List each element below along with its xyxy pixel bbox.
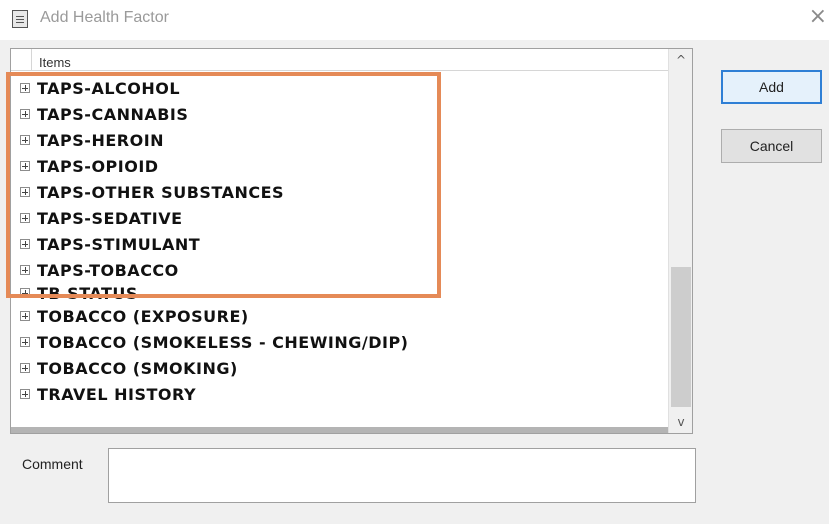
horizontal-scrollbar[interactable] — [11, 427, 669, 433]
expand-icon[interactable] — [20, 135, 30, 145]
list-item-label: TOBACCO (EXPOSURE) — [37, 306, 249, 326]
list-item[interactable]: TAPS-TOBACCO — [11, 257, 669, 283]
list-item[interactable]: TAPS-OPIOID — [11, 153, 669, 179]
expand-icon[interactable] — [20, 311, 30, 321]
column-header-items: Items — [39, 55, 71, 70]
list-item[interactable]: TAPS-STIMULANT — [11, 231, 669, 257]
list-header: Items — [11, 49, 669, 71]
list-item-label: TAPS-STIMULANT — [37, 234, 201, 254]
list-item-label: TAPS-CANNABIS — [37, 104, 189, 124]
vertical-scrollbar[interactable]: ^ v — [668, 49, 692, 433]
expand-icon[interactable] — [20, 389, 30, 399]
list-item-label: TB STATUS — [37, 283, 138, 303]
list-item[interactable]: TOBACCO (SMOKING) — [11, 355, 669, 381]
list-item-label: TAPS-ALCOHOL — [37, 78, 181, 98]
list-item[interactable]: TAPS-OTHER SUBSTANCES — [11, 179, 669, 205]
expand-icon[interactable] — [20, 239, 30, 249]
list-item-label: TAPS-SEDATIVE — [37, 208, 183, 228]
expand-icon[interactable] — [20, 288, 30, 298]
title-bar: Add Health Factor × — [0, 0, 829, 40]
list-item-label: TOBACCO (SMOKING) — [37, 358, 238, 378]
window-title: Add Health Factor — [40, 9, 169, 26]
list-item[interactable]: TB STATUS — [11, 283, 669, 303]
list-item[interactable]: TAPS-CANNABIS — [11, 101, 669, 127]
list-item[interactable]: TOBACCO (SMOKELESS - CHEWING/DIP) — [11, 329, 669, 355]
list-item[interactable]: TAPS-HEROIN — [11, 127, 669, 153]
scroll-up-icon[interactable]: ^ — [669, 49, 693, 71]
expand-icon[interactable] — [20, 363, 30, 373]
comment-label: Comment — [22, 456, 83, 472]
list-item-label: TAPS-TOBACCO — [37, 260, 179, 280]
list-item[interactable]: TOBACCO (EXPOSURE) — [11, 303, 669, 329]
expand-icon[interactable] — [20, 109, 30, 119]
expand-icon[interactable] — [20, 83, 30, 93]
close-icon[interactable]: × — [809, 6, 827, 28]
list-item[interactable]: TAPS-SEDATIVE — [11, 205, 669, 231]
list-item-label: TOBACCO (SMOKELESS - CHEWING/DIP) — [37, 332, 409, 352]
expand-icon[interactable] — [20, 161, 30, 171]
add-button[interactable]: Add — [721, 70, 822, 104]
scrollbar-thumb[interactable] — [671, 267, 691, 407]
scroll-down-icon[interactable]: v — [669, 411, 693, 433]
comment-field[interactable] — [108, 448, 696, 503]
list-item[interactable]: TRAVEL HISTORY — [11, 381, 669, 407]
expand-icon[interactable] — [20, 265, 30, 275]
header-divider — [31, 49, 32, 71]
health-factor-list[interactable]: Items TAPS-ALCOHOL TAPS-CANNABIS TAPS-HE… — [10, 48, 693, 434]
cancel-button[interactable]: Cancel — [721, 129, 822, 163]
app-icon — [12, 10, 28, 28]
list-item[interactable]: TAPS-ALCOHOL — [11, 75, 669, 101]
list-item-label: TAPS-HEROIN — [37, 130, 165, 150]
expand-icon[interactable] — [20, 187, 30, 197]
list-items: TAPS-ALCOHOL TAPS-CANNABIS TAPS-HEROIN T… — [11, 75, 669, 407]
expand-icon[interactable] — [20, 213, 30, 223]
list-item-label: TAPS-OPIOID — [37, 156, 159, 176]
expand-icon[interactable] — [20, 337, 30, 347]
list-item-label: TAPS-OTHER SUBSTANCES — [37, 182, 285, 202]
list-item-label: TRAVEL HISTORY — [37, 384, 197, 404]
